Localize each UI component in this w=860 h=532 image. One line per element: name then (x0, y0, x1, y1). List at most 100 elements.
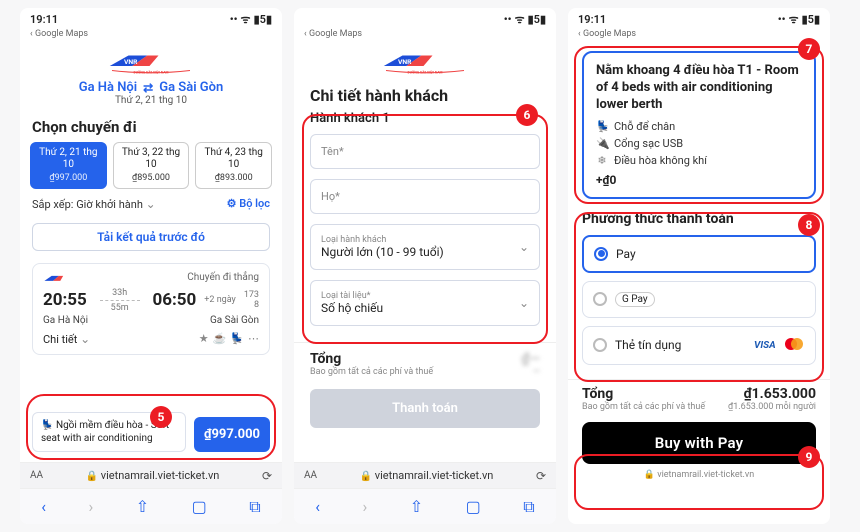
text-size-button[interactable]: AA (304, 470, 317, 481)
filter-button[interactable]: ⚙ Bộ lọc (227, 197, 270, 210)
bed-option-card[interactable]: Nằm khoang 4 điều hòa T1 - Room of 4 bed… (582, 51, 816, 199)
route-date: Thứ 2, 21 thg 10 (20, 95, 282, 106)
total-label: Tổng (310, 351, 341, 367)
radio-on-icon (594, 247, 608, 261)
tabs-button[interactable]: ⧉ (523, 497, 534, 517)
signal-icon: •• (778, 13, 786, 26)
url-bar[interactable]: AA vietnamrail.viet-ticket.vn (294, 462, 556, 488)
load-previous-button[interactable]: Tải kết quả trước đó (32, 223, 270, 251)
arr-plus: +2 ngày (204, 295, 236, 305)
forward-button[interactable]: › (89, 497, 94, 516)
choose-trip-title: Chọn chuyến đi (20, 112, 282, 142)
bookmarks-button[interactable]: ▢ (466, 497, 481, 516)
bed-feat3: Điều hòa không khí (614, 154, 707, 167)
last-name-input[interactable]: Họ* (310, 179, 540, 214)
doc-type-select[interactable]: Loại tài liệu* Số hộ chiếu ⌄ (310, 280, 540, 326)
svg-text:VNR: VNR (124, 58, 138, 66)
date-tab-price: ₫895.000 (116, 173, 187, 184)
svg-text:ĐƯỜNG SẮT VIỆT NAM: ĐƯỜNG SẮT VIỆT NAM (134, 70, 169, 75)
tiny-url: 🔒 vietnamrail.viet-ticket.vn (568, 470, 830, 480)
share-button[interactable]: ⇧ (136, 497, 149, 516)
status-bar: 19:11 •• ᯤ ▮5▮ (20, 8, 282, 27)
back-to-app[interactable]: Google Maps (294, 27, 556, 41)
swap-icon[interactable]: ⇄ (143, 81, 153, 95)
tabs-button[interactable]: ⧉ (249, 497, 260, 517)
back-button[interactable]: ‹ (41, 497, 46, 516)
reload-button[interactable] (262, 469, 272, 483)
dep-time: 20:55 (43, 290, 87, 310)
callout-9: 9 (798, 446, 820, 468)
duration-m: 55m (111, 303, 129, 313)
date-tab-label: Thứ 4, 23 thg 10 (198, 147, 269, 171)
bed-title: Nằm khoang 4 điều hòa T1 - Room of 4 bed… (596, 63, 802, 114)
duration-h: 33h (112, 288, 127, 298)
battery-icon: ▮5▮ (528, 13, 546, 26)
bed-feat1: Chỗ để chân (614, 120, 675, 133)
seat-price-button[interactable]: ₫997.000 (194, 417, 270, 452)
forward-button[interactable]: › (363, 497, 368, 516)
snowflake-icon: ❄ (596, 154, 608, 167)
date-tab[interactable]: Thứ 4, 23 thg 10 ₫893.000 (195, 142, 272, 189)
detail-toggle[interactable]: Chi tiết ⌄ (43, 332, 90, 346)
chevron-down-icon: ⌄ (519, 296, 529, 310)
lock-icon: 🔒 (644, 470, 657, 480)
url-bar[interactable]: AA vietnamrail.viet-ticket.vn (20, 462, 282, 488)
amenities: ★ ☕ 💺 ⋯ (199, 332, 259, 345)
first-name-input[interactable]: Tên* (310, 134, 540, 169)
date-tab[interactable]: Thứ 2, 21 thg 10 ₫997.000 (30, 142, 107, 189)
last-name-placeholder: Họ* (321, 190, 340, 203)
sliders-icon: ⚙ (227, 197, 237, 210)
bed-feat2: Cổng sạc USB (614, 137, 683, 150)
chevron-down-icon: ⌄ (146, 197, 156, 211)
share-button[interactable]: ⇧ (410, 497, 423, 516)
pay-option-google[interactable]: G Pay (582, 281, 816, 318)
bed-price-diff: +₫0 (596, 173, 802, 187)
pay-option-card[interactable]: Thẻ tín dụng VISA (582, 326, 816, 365)
status-bar: 19:11 ••ᯤ▮5▮ (568, 8, 830, 27)
brand-header: VNR ĐƯỜNG SẮT VIỆT NAM (20, 41, 282, 80)
trip-card[interactable]: Chuyến đi thẳng 20:55 33h 55m 06:50 +2 n… (32, 263, 270, 355)
passenger-type-select[interactable]: Loại hành khách Người lớn (10 - 99 tuổi)… (310, 224, 540, 270)
buy-with-apple-pay-button[interactable]: Buy with Pay (582, 422, 816, 464)
screen-choose-trip: 19:11 •• ᯤ ▮5▮ Google Maps VNR ĐƯỜNG SẮT … (20, 8, 282, 524)
legroom-icon: 💺 (596, 120, 608, 133)
wifi-icon: ᯤ (789, 12, 799, 27)
card-label: Thẻ tín dụng (615, 338, 681, 352)
sort-control[interactable]: Sắp xếp: Giờ khởi hành ⌄ (32, 197, 156, 211)
per-person-blurred: — (533, 367, 540, 377)
mastercard-icon (783, 337, 805, 351)
screen-passenger-detail: ••ᯤ▮5▮ Google Maps VNRĐƯỜNG SẮT VIỆT NAM… (294, 8, 556, 524)
radio-off-icon (593, 338, 607, 352)
total-row: Tổng ₫1.653.000 Bao gồm tất cả các phí v… (568, 379, 830, 414)
direct-label: Chuyến đi thẳng (187, 272, 259, 283)
ptype-value: Người lớn (10 - 99 tuổi) (321, 245, 444, 259)
reload-button[interactable] (536, 469, 546, 483)
checkout-button[interactable]: Thanh toán (310, 389, 540, 428)
browser-nav: ‹ › ⇧ ▢ ⧉ (294, 488, 556, 524)
wifi-icon: ᯤ (241, 12, 251, 27)
apple-pay-label: Pay (616, 247, 636, 261)
back-button[interactable]: ‹ (315, 497, 320, 516)
date-tab[interactable]: Thứ 3, 22 thg 10 ₫895.000 (113, 142, 190, 189)
total-amount: ₫1.653.000 (744, 386, 816, 402)
text-size-button[interactable]: AA (30, 470, 43, 481)
google-pay-label: G Pay (615, 292, 655, 307)
cup-icon: ☕ (213, 332, 227, 345)
svg-text:VNR: VNR (398, 58, 412, 66)
bookmarks-button[interactable]: ▢ (192, 497, 207, 516)
date-tab-label: Thứ 2, 21 thg 10 (33, 147, 104, 171)
back-to-app[interactable]: Google Maps (20, 27, 282, 41)
route-header[interactable]: Ga Hà Nội ⇄ Ga Sài Gòn (20, 80, 282, 95)
back-to-app[interactable]: Google Maps (568, 27, 830, 41)
date-tab-price: ₫997.000 (33, 173, 104, 184)
pay-option-apple[interactable]: Pay (582, 235, 816, 273)
wifi-icon: ᯤ (515, 12, 525, 27)
total-sub: Bao gồm tất cả các phí và thuế (310, 367, 433, 377)
radio-off-icon (593, 292, 607, 306)
status-time (304, 13, 307, 26)
callout-6: 6 (516, 104, 538, 126)
vnr-logo: VNR ĐƯỜNG SẮT VIỆT NAM (106, 45, 196, 75)
sort-value: Giờ khởi hành (76, 198, 143, 211)
arr-station: Ga Sài Gòn (210, 315, 259, 326)
total-label: Tổng (582, 386, 613, 402)
